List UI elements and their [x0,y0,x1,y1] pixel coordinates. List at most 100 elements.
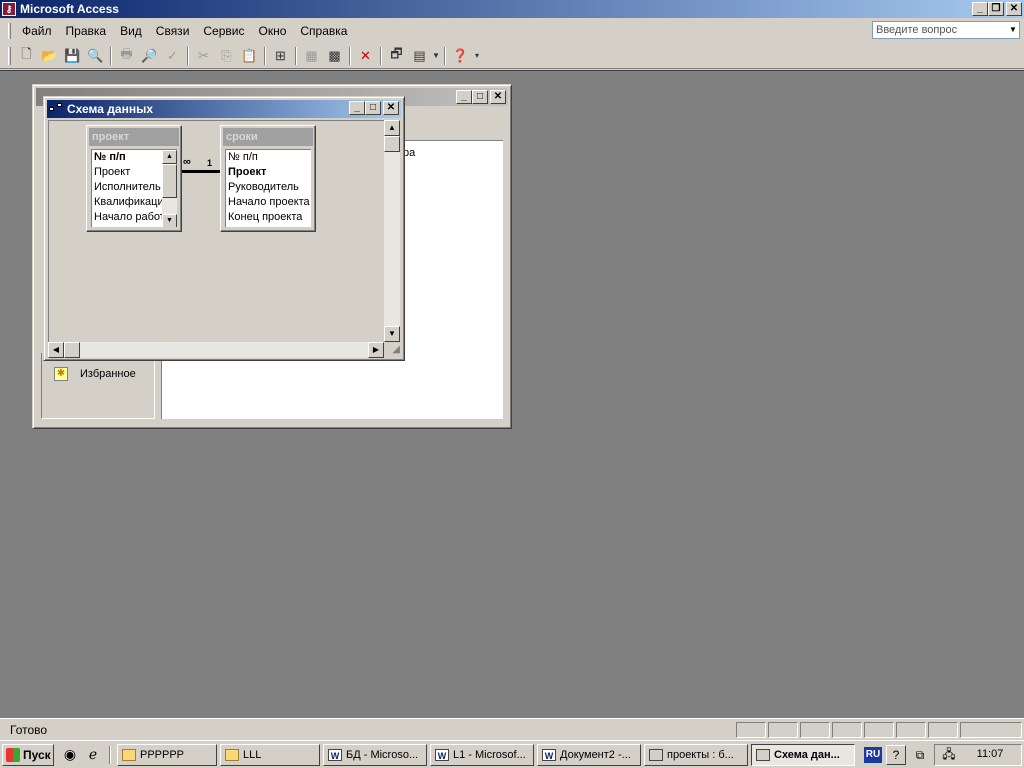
field-row[interactable]: № п/п [226,150,311,165]
taskbar-item-active[interactable]: Схема дан... [751,743,855,766]
help-question-placeholder: Введите вопрос [876,24,958,36]
chevron-down-icon[interactable]: ▼ [1007,22,1019,38]
new-object-icon[interactable]: ▤ [408,45,431,67]
taskbar-item-label: L1 - Microsof... [453,748,526,761]
scroll-left-icon[interactable]: ◀ [48,342,64,358]
table-project-fields[interactable]: № п/п Проект Исполнитель Квалификация На… [91,149,177,227]
print-icon[interactable]: 🖶 [115,45,138,67]
db-close-button[interactable]: ✕ [490,90,506,104]
relationship-many-label: ∞ [183,156,191,168]
field-list-scroll-thumb[interactable] [162,164,177,198]
access-key-icon: ⚷ [2,2,16,16]
horizontal-scrollbar[interactable]: ◀ ▶ [48,342,384,358]
menu-file[interactable]: Файл [15,22,59,40]
database-objects-sidebar: ✱ Избранное [41,353,155,419]
table-deadlines-title[interactable]: сроки [223,128,313,146]
delete-icon[interactable]: ✕ [354,45,377,67]
language-indicator[interactable]: RU [864,747,882,763]
field-row[interactable]: Проект [226,165,311,180]
field-row[interactable]: Начало проекта [226,195,311,210]
table-project-title[interactable]: проект [89,128,179,146]
app-titlebar: ⚷ Microsoft Access _ ❐ ✕ [0,0,1024,18]
scroll-right-icon[interactable]: ▶ [368,342,384,358]
scroll-down-icon[interactable]: ▼ [384,326,400,342]
taskbar-item[interactable]: проекты : б... [644,743,748,766]
word-document-icon: W [435,748,449,761]
scroll-down-icon[interactable]: ▼ [162,214,177,227]
system-tray: RU ? ⧉ 🖧 11:07 [864,744,1022,766]
schema-minimize-button[interactable]: _ [349,101,365,115]
schema-maximize-button[interactable]: □ [365,101,381,115]
taskbar: Пуск ◉ ℯ PPPPPP LLL W БД - Microso... W … [0,740,1024,768]
taskbar-item[interactable]: W Документ2 -... [537,743,641,766]
schema-close-button[interactable]: ✕ [383,101,399,115]
menu-relationships[interactable]: Связи [149,22,197,40]
help-question-input[interactable]: Введите вопрос ▼ [872,21,1020,39]
new-document-icon[interactable]: 🗋 [15,45,38,67]
restore-button[interactable]: ❐ [988,2,1004,16]
taskbar-item-label: БД - Microso... [346,748,419,761]
spelling-icon[interactable]: ✓ [161,45,184,67]
status-indicator [928,721,958,738]
cut-icon[interactable]: ✂ [192,45,215,67]
print-preview-icon[interactable]: 🔎 [138,45,161,67]
status-indicator [896,721,926,738]
favorites-group[interactable]: ✱ Избранное [54,367,136,381]
menu-view[interactable]: Вид [113,22,149,40]
horizontal-scroll-thumb[interactable] [64,342,80,358]
paste-icon[interactable]: 📋 [238,45,261,67]
relationship-line[interactable] [182,170,222,173]
help-icon[interactable]: ❓ [449,45,472,67]
toolbar-grip[interactable] [8,46,11,65]
relationships-window-titlebar[interactable]: Схема данных _ □ ✕ [47,100,401,118]
menu-grip[interactable] [8,23,11,39]
taskbar-item[interactable]: W БД - Microso... [323,743,427,766]
scroll-up-icon[interactable]: ▲ [384,120,400,136]
show-all-icon[interactable]: ▩ [323,45,346,67]
copy-icon[interactable]: ⎘ [215,45,238,67]
window-switch-icon[interactable]: ⧉ [910,745,930,765]
vertical-scrollbar[interactable]: ▲ ▼ [384,120,400,342]
clock[interactable]: 11:07 [959,744,1021,766]
internet-explorer-icon[interactable]: ℯ [83,745,103,765]
new-object-dropdown-icon[interactable]: ▼ [431,45,441,67]
table-project[interactable]: проект № п/п Проект Исполнитель Квалифик… [86,125,182,232]
scroll-up-icon[interactable]: ▲ [162,150,177,164]
toolbar-options-icon[interactable]: ▾ [472,45,482,67]
menu-window[interactable]: Окно [251,22,293,40]
db-maximize-button[interactable]: □ [472,90,488,104]
status-indicator [960,721,1022,738]
resize-grip-icon[interactable]: ◢ [384,342,400,358]
network-icon[interactable]: 🖧 [939,745,959,765]
start-button[interactable]: Пуск [2,743,54,766]
file-search-icon[interactable]: 🔍 [84,45,107,67]
field-row[interactable]: Руководитель [226,180,311,195]
show-direct-icon[interactable]: ▦ [300,45,323,67]
show-table-icon[interactable]: ⊞ [269,45,292,67]
menu-help[interactable]: Справка [293,22,354,40]
table-project-scrollbar[interactable]: ▲ ▼ [162,150,177,227]
toolbar-separator [187,46,189,65]
menu-tools[interactable]: Сервис [196,22,251,40]
database-window-icon[interactable]: 🗗 [385,45,408,67]
table-deadlines[interactable]: сроки № п/п Проект Руководитель Начало п… [220,125,316,232]
start-label: Пуск [23,747,51,762]
menu-edit[interactable]: Правка [59,22,114,40]
media-player-icon[interactable]: ◉ [60,745,80,765]
taskbar-item[interactable]: LLL [220,743,320,766]
app-caption-buttons: _ ❐ ✕ [972,2,1022,16]
table-deadlines-fields[interactable]: № п/п Проект Руководитель Начало проекта… [225,149,311,227]
toolbar-separator [349,46,351,65]
vertical-scroll-thumb[interactable] [384,136,400,152]
taskbar-item[interactable]: PPPPPP [117,743,217,766]
close-button[interactable]: ✕ [1006,2,1022,16]
save-icon[interactable]: 💾 [61,45,84,67]
minimize-button[interactable]: _ [972,2,988,16]
relationships-icon [756,748,770,761]
open-folder-icon[interactable]: 📂 [38,45,61,67]
help-icon[interactable]: ? [886,745,906,765]
field-row[interactable]: Конец проекта [226,210,311,225]
database-window-icon [649,748,663,761]
taskbar-item[interactable]: W L1 - Microsof... [430,743,534,766]
db-minimize-button[interactable]: _ [456,90,472,104]
